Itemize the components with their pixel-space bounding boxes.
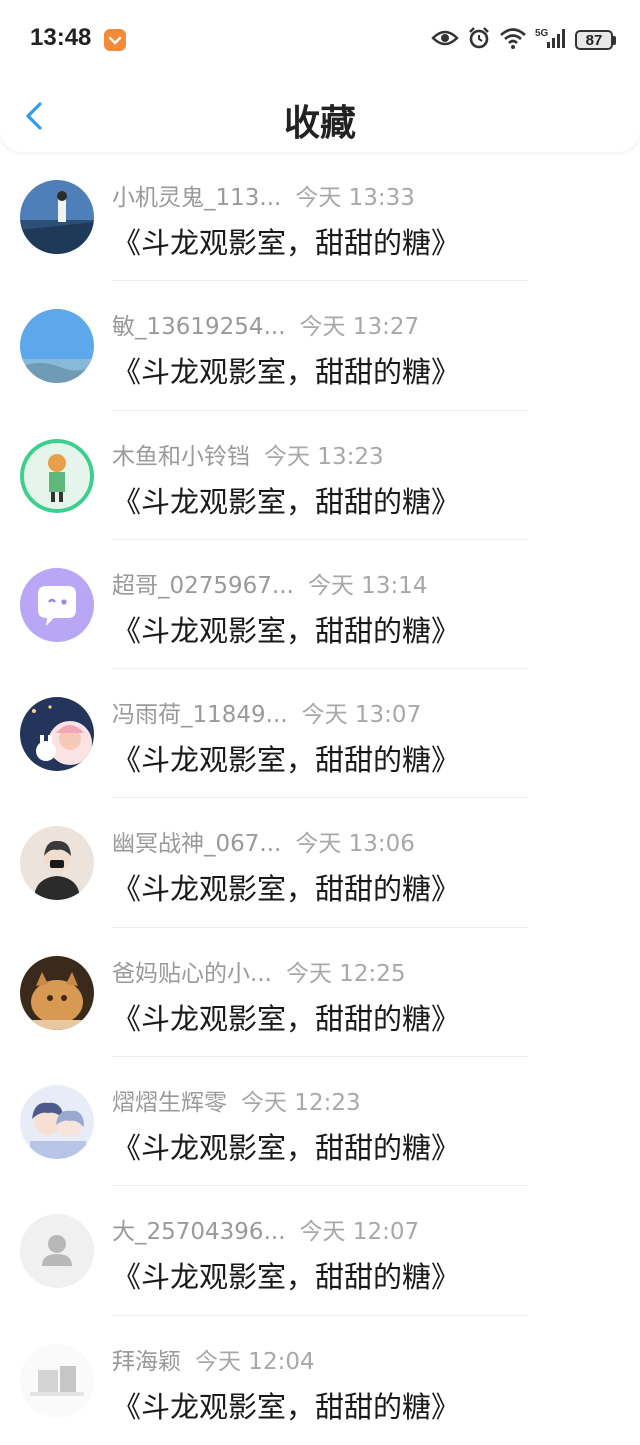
- avatar[interactable]: [20, 697, 94, 772]
- user-name[interactable]: 大_25704396...: [112, 1212, 286, 1246]
- item-content: 《斗龙观影室，甜甜的糖》: [112, 1001, 461, 1036]
- user-name[interactable]: 熠熠生辉零: [112, 1083, 227, 1117]
- item-content: 《斗龙观影室，甜甜的糖》: [112, 355, 461, 390]
- item-date: 今天 12:25: [285, 960, 406, 987]
- list-item[interactable]: 幽冥战神_067... 今天 13:06 《斗龙观影室，甜甜的糖》: [0, 798, 640, 928]
- status-icons: 5G 87: [431, 26, 616, 54]
- favorites-list: 小机灵鬼_113... 今天 13:33 《斗龙观影室，甜甜的糖》 敏_13619…: [0, 152, 640, 1445]
- item-date: 今天 13:23: [264, 443, 384, 470]
- nav-header: 收藏: [0, 80, 640, 152]
- battery-tip: [613, 35, 616, 45]
- battery-level: 87: [575, 30, 613, 50]
- item-meta: 拜海颖 今天 12:04: [112, 1342, 315, 1376]
- item-meta: 爸妈贴心的小... 今天 12:25: [112, 954, 406, 988]
- list-item[interactable]: 敏_13619254... 今天 13:27 《斗龙观影室，甜甜的糖》: [0, 281, 640, 411]
- item-date: 今天 12:23: [241, 1090, 361, 1117]
- item-meta: 大_25704396... 今天 12:07: [112, 1212, 419, 1246]
- wifi-icon: [499, 27, 527, 53]
- page-title: 收藏: [283, 103, 356, 144]
- item-content: 《斗龙观影室，甜甜的糖》: [112, 743, 461, 778]
- list-item[interactable]: 小机灵鬼_113... 今天 13:33 《斗龙观影室，甜甜的糖》: [0, 152, 640, 282]
- item-meta: 冯雨荷_11849... 今天 13:07: [112, 695, 421, 729]
- notification-app-icon: [104, 29, 126, 51]
- item-content: 《斗龙观影室，甜甜的糖》: [112, 1260, 461, 1295]
- avatar[interactable]: [20, 180, 94, 254]
- signal-5g-icon: 5G: [535, 26, 567, 54]
- battery-indicator: 87: [575, 30, 616, 50]
- status-time: 13:48: [30, 24, 92, 51]
- item-meta: 超哥_0275967... 今天 13:14: [112, 566, 427, 600]
- item-content: 《斗龙观影室，甜甜的糖》: [112, 872, 461, 907]
- avatar[interactable]: [20, 1343, 94, 1418]
- list-item[interactable]: 爸妈贴心的小... 今天 12:25 《斗龙观影室，甜甜的糖》: [0, 928, 640, 1058]
- user-name[interactable]: 冯雨荷_11849...: [112, 695, 288, 729]
- item-date: 今天 13:27: [299, 314, 420, 341]
- item-date: 今天 13:06: [295, 831, 415, 858]
- item-content: 《斗龙观影室，甜甜的糖》: [112, 484, 461, 519]
- avatar[interactable]: [20, 567, 94, 642]
- user-name[interactable]: 木鱼和小铃铛: [112, 437, 250, 471]
- user-name[interactable]: 拜海颖: [112, 1342, 181, 1376]
- item-content: 《斗龙观影室，甜甜的糖》: [112, 1131, 461, 1166]
- user-name[interactable]: 敏_13619254...: [112, 307, 286, 341]
- item-date: 今天 13:33: [295, 185, 415, 211]
- user-name[interactable]: 爸妈贴心的小...: [112, 954, 272, 988]
- item-content: 《斗龙观影室，甜甜的糖》: [112, 1389, 461, 1424]
- eye-icon: [431, 28, 459, 52]
- item-date: 今天 13:14: [307, 572, 428, 599]
- item-meta: 幽冥战神_067... 今天 13:06: [112, 824, 415, 858]
- avatar-placeholder[interactable]: [20, 1214, 94, 1289]
- list-item[interactable]: 拜海颖 今天 12:04 《斗龙观影室，甜甜的糖》: [0, 1316, 640, 1445]
- user-name[interactable]: 超哥_0275967...: [112, 566, 294, 600]
- list-item[interactable]: 超哥_0275967... 今天 13:14 《斗龙观影室，甜甜的糖》: [0, 540, 640, 670]
- item-meta: 木鱼和小铃铛 今天 13:23: [112, 437, 384, 471]
- svg-text:5G: 5G: [535, 28, 549, 39]
- user-icon: [20, 1214, 94, 1289]
- alarm-icon: [467, 26, 491, 54]
- avatar[interactable]: [20, 826, 94, 901]
- user-name[interactable]: 小机灵鬼_113...: [112, 178, 281, 212]
- item-meta: 敏_13619254... 今天 13:27: [112, 307, 419, 341]
- item-date: 今天 13:07: [301, 702, 422, 729]
- item-date: 今天 12:07: [299, 1219, 420, 1246]
- item-date: 今天 12:04: [195, 1348, 315, 1375]
- avatar[interactable]: [20, 309, 94, 384]
- item-meta: 小机灵鬼_113... 今天 13:33: [112, 178, 415, 212]
- list-item[interactable]: 熠熠生辉零 今天 12:23 《斗龙观影室，甜甜的糖》: [0, 1057, 640, 1187]
- status-bar: 13:48 5G 87: [0, 0, 640, 80]
- list-item[interactable]: 木鱼和小铃铛 今天 13:23 《斗龙观影室，甜甜的糖》: [0, 411, 640, 540]
- item-meta: 熠熠生辉零 今天 12:23: [112, 1083, 361, 1117]
- item-content: 《斗龙观影室，甜甜的糖》: [112, 226, 461, 260]
- item-content: 《斗龙观影室，甜甜的糖》: [112, 613, 461, 648]
- user-name[interactable]: 幽冥战神_067...: [112, 824, 281, 858]
- list-item[interactable]: 冯雨荷_11849... 今天 13:07 《斗龙观影室，甜甜的糖》: [0, 669, 640, 799]
- avatar[interactable]: [20, 1085, 94, 1160]
- avatar[interactable]: [20, 955, 94, 1030]
- avatar[interactable]: [20, 438, 94, 513]
- list-item[interactable]: 大_25704396... 今天 12:07 《斗龙观影室，甜甜的糖》: [0, 1186, 640, 1316]
